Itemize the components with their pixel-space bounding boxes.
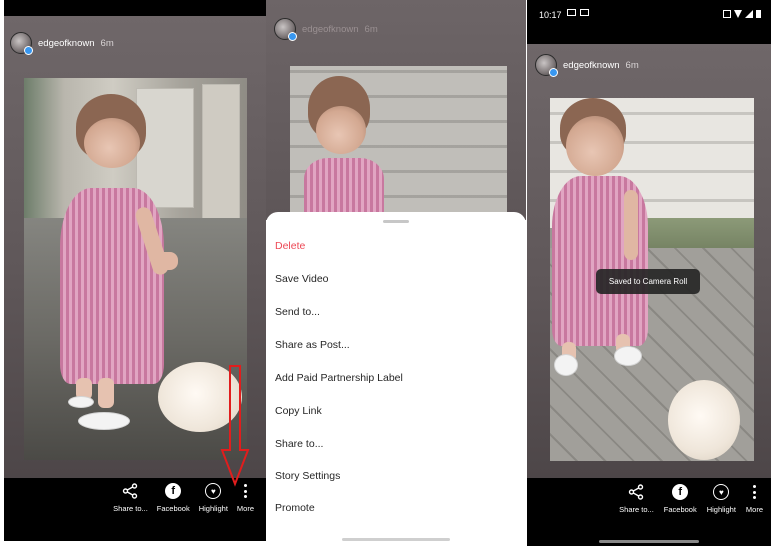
girl-arm xyxy=(154,252,178,270)
menu-item-send-to[interactable]: Send to... xyxy=(275,306,320,318)
action-label: Highlight xyxy=(198,504,228,513)
share-to-action[interactable]: Share to... xyxy=(113,483,148,533)
girl-shoe xyxy=(614,346,642,366)
battery-icon xyxy=(756,10,761,18)
white-puppy xyxy=(668,380,740,460)
story-action-bar: Share to... f Facebook ♥ Highlight More xyxy=(527,484,771,534)
status-bar: 10:17 xyxy=(527,0,771,30)
signal-icon xyxy=(745,10,753,18)
story-video[interactable] xyxy=(24,78,247,460)
menu-item-save-video[interactable]: Save Video xyxy=(275,273,329,285)
avatar[interactable] xyxy=(274,18,297,41)
facebook-action[interactable]: f Facebook xyxy=(664,484,697,534)
wifi-icon xyxy=(734,10,742,18)
action-label: Highlight xyxy=(706,505,736,514)
image-icon xyxy=(580,9,589,16)
story-video[interactable] xyxy=(290,66,507,220)
action-label: Share to... xyxy=(619,505,654,514)
menu-item-promote[interactable]: Promote xyxy=(275,502,315,514)
menu-item-share-as-post[interactable]: Share as Post... xyxy=(275,339,350,351)
more-action[interactable]: More xyxy=(237,483,254,533)
story-saved-panel: 10:17 edgeofknown 6m Saved to Camera Rol… xyxy=(527,0,771,546)
highlight-heart-icon: ♥ xyxy=(205,483,222,499)
girl-shoe xyxy=(554,354,578,376)
share-icon xyxy=(122,483,138,499)
story-header: edgeofknown 6m xyxy=(535,54,639,77)
girl-dress xyxy=(304,158,384,220)
story-time: 6m xyxy=(100,37,114,49)
girl-face xyxy=(84,118,140,168)
share-icon xyxy=(628,484,644,500)
username[interactable]: edgeofknown xyxy=(302,24,359,35)
girl-face xyxy=(566,116,624,176)
garage-door xyxy=(202,84,240,224)
girl-leg xyxy=(98,378,114,408)
nfc-icon xyxy=(723,10,731,18)
username[interactable]: edgeofknown xyxy=(38,38,95,49)
menu-item-add-paid-partnership[interactable]: Add Paid Partnership Label xyxy=(275,372,403,384)
avatar[interactable] xyxy=(10,32,33,55)
screenshot-canvas: edgeofknown 6m Share to... f Facebook ♥ … xyxy=(0,0,771,546)
girl-arm xyxy=(624,190,638,260)
garage-door xyxy=(136,88,194,208)
story-time: 6m xyxy=(364,23,378,35)
facebook-action[interactable]: f Facebook xyxy=(157,483,190,533)
action-label: Facebook xyxy=(156,504,190,513)
menu-item-delete[interactable]: Delete xyxy=(275,240,305,252)
menu-item-story-settings[interactable]: Story Settings xyxy=(275,470,340,482)
story-viewer-panel: edgeofknown 6m Share to... f Facebook ♥ … xyxy=(4,0,266,541)
laptop-icon xyxy=(567,9,576,16)
action-label: Share to... xyxy=(113,504,148,513)
story-options-panel: edgeofknown 6m Delete Save Video Send to… xyxy=(266,0,526,546)
status-time: 10:17 xyxy=(539,10,562,20)
add-story-badge-icon xyxy=(549,68,558,77)
girl-shoe xyxy=(78,412,130,430)
highlight-heart-icon: ♥ xyxy=(713,484,730,500)
action-label: More xyxy=(236,504,254,513)
story-header: edgeofknown 6m xyxy=(274,18,378,41)
facebook-icon: f xyxy=(672,484,689,500)
add-story-badge-icon xyxy=(288,32,297,41)
home-indicator xyxy=(342,538,450,541)
story-time: 6m xyxy=(625,59,639,71)
system-icons xyxy=(723,10,761,18)
menu-item-copy-link[interactable]: Copy Link xyxy=(275,405,322,417)
username[interactable]: edgeofknown xyxy=(563,60,620,71)
share-to-action[interactable]: Share to... xyxy=(619,484,654,534)
saved-toast: Saved to Camera Roll xyxy=(596,269,700,294)
home-indicator xyxy=(599,540,699,543)
notification-icons xyxy=(567,9,589,16)
action-label: More xyxy=(745,505,763,514)
menu-item-share-to[interactable]: Share to... xyxy=(275,438,323,450)
options-bottom-sheet: Delete Save Video Send to... Share as Po… xyxy=(266,212,526,546)
story-header: edgeofknown 6m xyxy=(10,32,114,55)
avatar[interactable] xyxy=(535,54,558,77)
story-action-bar: Share to... f Facebook ♥ Highlight More xyxy=(4,483,266,533)
facebook-icon: f xyxy=(165,483,182,499)
more-vertical-icon xyxy=(746,484,762,500)
highlight-action[interactable]: ♥ Highlight xyxy=(199,483,228,533)
girl-face xyxy=(316,106,366,154)
action-label: Facebook xyxy=(663,505,697,514)
girl-shoe xyxy=(68,396,94,408)
more-action[interactable]: More xyxy=(746,484,763,534)
highlight-action[interactable]: ♥ Highlight xyxy=(707,484,736,534)
red-arrow-annotation-icon xyxy=(220,365,250,487)
add-story-badge-icon xyxy=(24,46,33,55)
sheet-drag-handle[interactable] xyxy=(383,220,409,223)
